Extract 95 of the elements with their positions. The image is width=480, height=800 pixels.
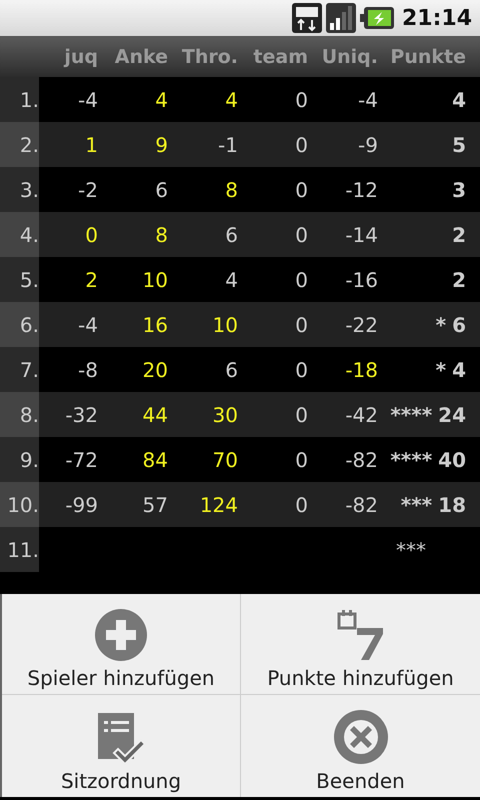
row-number: 8. <box>0 392 39 437</box>
column-header: team <box>252 46 308 68</box>
points-cell: 24 <box>438 402 466 426</box>
table-cell-text: 84 <box>142 448 168 472</box>
points-cell: 4 <box>452 358 466 382</box>
table-cell-text: -4 <box>357 88 378 112</box>
column-header: Anke <box>114 46 168 68</box>
network-3g-icon <box>292 3 322 33</box>
calendar-icon <box>336 608 384 662</box>
row-number: 4. <box>0 212 39 257</box>
table-cell-text: 30 <box>212 402 238 426</box>
table-cell-text: 6 <box>154 178 168 202</box>
table-cell-text: 0 <box>294 402 308 426</box>
row-number: 11. <box>0 527 39 572</box>
table-cell-text: 9 <box>154 132 168 156</box>
row-number: 10. <box>0 482 39 527</box>
table-cell-text: 0 <box>294 268 308 292</box>
table-cell-text: 0 <box>294 312 308 336</box>
close-icon <box>332 709 388 765</box>
add-icon <box>94 608 148 662</box>
signal-icon <box>326 3 356 33</box>
table-cell-text: -42 <box>344 402 378 426</box>
table-cell-text: 4 <box>154 88 168 112</box>
table-cell-text: 0 <box>294 492 308 516</box>
table-cell-text: 8 <box>224 178 238 202</box>
table-cell-text: 10 <box>142 268 168 292</box>
table-cell-text: 2 <box>84 268 98 292</box>
table-cell-text: 124 <box>198 492 238 516</box>
points-cell: 4 <box>452 88 466 112</box>
table-cell-text: -9 <box>357 132 378 156</box>
row-number: 2. <box>0 122 39 167</box>
table-cell-text: 10 <box>212 312 238 336</box>
table-cell-text: 0 <box>294 222 308 246</box>
row-number: 9. <box>0 437 39 482</box>
star-marks: **** <box>390 448 432 472</box>
star-marks: * <box>436 358 446 382</box>
table-cell-text: -4 <box>77 312 98 336</box>
points-cell: 2 <box>452 222 466 246</box>
battery-charging-icon <box>360 7 394 29</box>
table-cell-text: 20 <box>142 358 168 382</box>
table-cell-text: -82 <box>344 448 378 472</box>
table-cell-text: 1 <box>84 132 98 156</box>
points-cell: 18 <box>438 492 466 516</box>
table-cell-text: 0 <box>294 448 308 472</box>
column-header: Uniq. <box>320 46 378 68</box>
points-cell: 6 <box>452 312 466 336</box>
table-cell-text: 4 <box>224 88 238 112</box>
clock-time: 21:14 <box>402 6 472 30</box>
table-cell-text: 6 <box>224 358 238 382</box>
table-cell-text: -4 <box>77 88 98 112</box>
star-marks: *** <box>400 492 432 516</box>
menu-item[interactable]: Sitzordnung <box>2 695 241 797</box>
table-cell-text: 0 <box>294 358 308 382</box>
table-cell-text: -18 <box>344 358 378 382</box>
table-cell-text: 16 <box>142 312 168 336</box>
row-number: 5. <box>0 257 39 302</box>
checklist-icon <box>96 711 146 765</box>
table-cell-text: 57 <box>142 492 168 516</box>
table-cell-text: 70 <box>212 448 238 472</box>
table-cell-text: 0 <box>294 132 308 156</box>
table-cell-text: -2 <box>77 178 98 202</box>
table-cell-text: 0 <box>294 88 308 112</box>
table-cell-text: -72 <box>64 448 98 472</box>
menu-item[interactable]: Punkte hinzufügen <box>241 594 480 695</box>
menu-item[interactable]: Spieler hinzufügen <box>2 594 241 695</box>
table-cell-text: 4 <box>224 268 238 292</box>
table-cell-text: -8 <box>77 358 98 382</box>
star-marks: *** <box>396 538 426 562</box>
table-cell-text: 0 <box>84 222 98 246</box>
column-header: Thro. <box>180 46 238 68</box>
row-number: 6. <box>0 302 39 347</box>
table-cell-text: -14 <box>344 222 378 246</box>
points-cell: 2 <box>452 268 466 292</box>
row-number: 3. <box>0 167 39 212</box>
table-cell-text: -16 <box>344 268 378 292</box>
points-cell: 40 <box>438 448 466 472</box>
points-cell: 3 <box>452 178 466 202</box>
star-marks: * <box>436 312 446 336</box>
table-cell-text: 0 <box>294 178 308 202</box>
menu-item[interactable]: Beenden <box>241 695 480 797</box>
row-number: 1. <box>0 77 39 122</box>
table-cell-text: -82 <box>344 492 378 516</box>
table-cell-text: 44 <box>142 402 168 426</box>
table-cell-text: -99 <box>64 492 98 516</box>
column-header: juq <box>62 46 98 68</box>
row-number: 7. <box>0 347 39 392</box>
table-cell-text: -1 <box>217 132 238 156</box>
table-cell-text: -12 <box>344 178 378 202</box>
column-header: Punkte <box>389 46 466 68</box>
points-cell: 5 <box>452 132 466 156</box>
table-cell-text: 8 <box>154 222 168 246</box>
table-cell-text: -22 <box>344 312 378 336</box>
table-cell-text: -32 <box>64 402 98 426</box>
table-cell-text: 6 <box>224 222 238 246</box>
star-marks: **** <box>390 402 432 426</box>
